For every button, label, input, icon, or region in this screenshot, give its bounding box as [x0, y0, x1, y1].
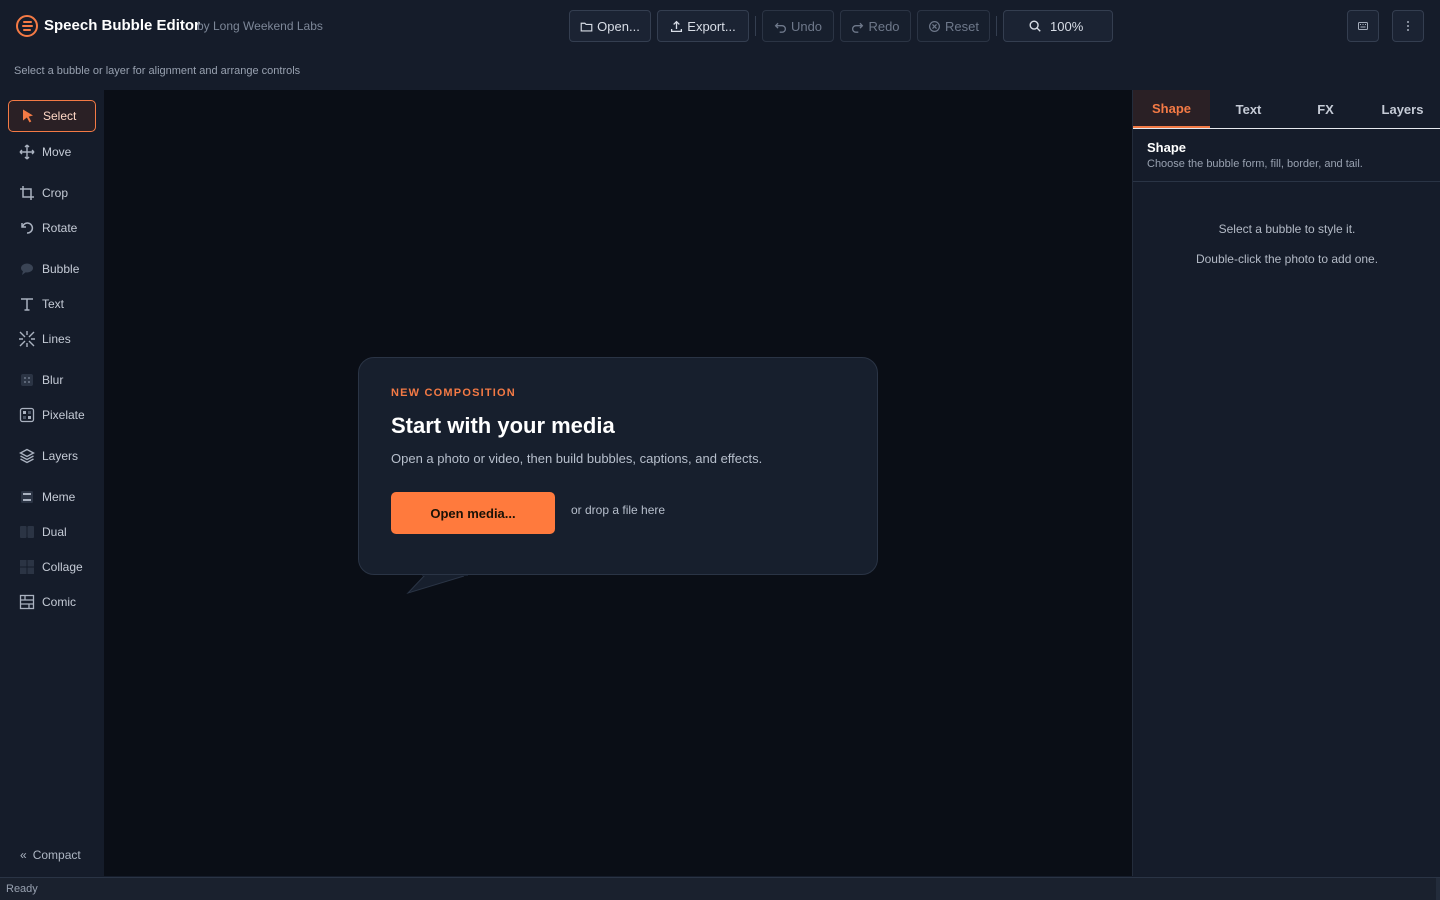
- tool-layers[interactable]: Layers: [8, 440, 96, 472]
- empty-state-line-1: Select a bubble to style it.: [1218, 222, 1356, 236]
- tool-label: Meme: [42, 490, 76, 504]
- comic-grid-icon: [18, 593, 36, 611]
- reset-circle-x-icon: [929, 20, 940, 32]
- open-button[interactable]: Open...: [569, 10, 651, 42]
- tool-label: Blur: [42, 373, 64, 387]
- tool-label: Rotate: [42, 221, 78, 235]
- toolbar-divider: [755, 16, 756, 36]
- tool-label: Pixelate: [42, 408, 85, 422]
- status-text: Ready: [6, 883, 38, 895]
- section-title: Shape: [1147, 140, 1187, 155]
- app-title: Speech Bubble Editor: [44, 17, 200, 34]
- tab-text[interactable]: Text: [1210, 90, 1287, 128]
- tool-sidebar: Select Move Crop Rotate Bubble Text Line…: [0, 90, 104, 876]
- welcome-title: Start with your media: [391, 413, 615, 438]
- tool-label: Collage: [42, 560, 83, 574]
- status-bar: Ready: [0, 877, 1440, 900]
- tool-label: Comic: [42, 595, 77, 609]
- bubble-tail: [406, 572, 468, 595]
- pixelate-icon: [18, 406, 36, 424]
- properties-panel: Shape Text FX Layers Shape Choose the bu…: [1132, 90, 1440, 876]
- redo-button-label: Redo: [868, 18, 900, 34]
- tool-crop[interactable]: Crop: [8, 177, 96, 209]
- section-divider: [1133, 181, 1440, 182]
- tool-blur[interactable]: Blur: [8, 364, 96, 396]
- canvas-area[interactable]: NEW COMPOSITION Start with your media Op…: [104, 90, 1132, 876]
- cursor-icon: [19, 107, 37, 125]
- rotate-icon: [18, 219, 36, 237]
- compact-toggle[interactable]: « Compact: [20, 848, 81, 862]
- upload-icon: [671, 20, 683, 32]
- welcome-card: NEW COMPOSITION Start with your media Op…: [358, 357, 878, 575]
- search-icon: [1029, 20, 1041, 32]
- tool-meme[interactable]: Meme: [8, 481, 96, 513]
- tool-text[interactable]: Text: [8, 288, 96, 320]
- drop-hint: or drop a file here: [571, 503, 666, 517]
- tool-comic[interactable]: Comic: [8, 586, 96, 618]
- tool-label: Select: [43, 109, 77, 123]
- tool-label: Text: [42, 297, 65, 311]
- layers-icon: [18, 447, 36, 465]
- keyboard-button[interactable]: [1347, 10, 1379, 42]
- tool-label: Lines: [42, 332, 71, 346]
- tool-pixelate[interactable]: Pixelate: [8, 399, 96, 431]
- app-byline: by Long Weekend Labs: [197, 19, 323, 33]
- speed-lines-icon: [18, 330, 36, 348]
- tool-collage[interactable]: Collage: [8, 551, 96, 583]
- meme-icon: [18, 488, 36, 506]
- text-icon: [18, 295, 36, 313]
- redo-icon: [852, 22, 864, 33]
- folder-icon: [580, 22, 593, 32]
- open-button-label: Open...: [597, 18, 640, 34]
- export-button-label: Export...: [687, 18, 736, 34]
- app-header: Speech Bubble Editor by Long Weekend Lab…: [0, 0, 1440, 52]
- zoom-control[interactable]: 100%: [1003, 10, 1113, 42]
- reset-button[interactable]: Reset: [917, 10, 990, 42]
- tool-rotate[interactable]: Rotate: [8, 212, 96, 244]
- speech-bubble-icon: [18, 260, 36, 278]
- toolbar-divider: [996, 16, 997, 36]
- more-menu-button[interactable]: [1392, 10, 1424, 42]
- panel-tabs: Shape Text FX Layers: [1133, 90, 1440, 129]
- tool-bubble[interactable]: Bubble: [8, 253, 96, 285]
- keyboard-icon: [1358, 22, 1368, 30]
- dual-panel-icon: [18, 523, 36, 541]
- tool-label: Crop: [42, 186, 69, 200]
- blur-icon: [18, 371, 36, 389]
- move-icon: [18, 143, 36, 161]
- empty-state-line-2: Double-click the photo to add one.: [1195, 252, 1379, 266]
- tab-fx[interactable]: FX: [1287, 90, 1364, 128]
- collage-icon: [18, 558, 36, 576]
- more-vertical-icon: [1407, 21, 1409, 31]
- tool-lines[interactable]: Lines: [8, 323, 96, 355]
- export-button[interactable]: Export...: [657, 10, 749, 42]
- tool-label: Move: [42, 145, 72, 159]
- app-logo-icon: [16, 15, 38, 37]
- crop-icon: [18, 184, 36, 202]
- undo-icon: [774, 22, 786, 33]
- tab-layers[interactable]: Layers: [1364, 90, 1440, 128]
- tab-shape[interactable]: Shape: [1133, 90, 1210, 128]
- tool-label: Layers: [42, 449, 79, 463]
- reset-button-label: Reset: [945, 18, 979, 34]
- tool-dual[interactable]: Dual: [8, 516, 96, 548]
- compact-label: Compact: [32, 848, 81, 862]
- selection-hint: Select a bubble or layer for alignment a…: [14, 65, 301, 77]
- zoom-level: 100%: [1050, 18, 1084, 34]
- undo-button-label: Undo: [790, 18, 823, 34]
- resize-grip: [1436, 878, 1440, 900]
- open-media-button[interactable]: Open media...: [391, 492, 555, 534]
- tool-label: Bubble: [42, 262, 80, 276]
- tool-move[interactable]: Move: [8, 136, 96, 168]
- undo-button[interactable]: Undo: [762, 10, 834, 42]
- tool-select[interactable]: Select: [8, 100, 96, 132]
- double-chevron-left-icon: «: [20, 848, 27, 862]
- welcome-subtitle: Open a photo or video, then build bubble…: [391, 451, 763, 466]
- section-description: Choose the bubble form, fill, border, an…: [1147, 158, 1363, 170]
- redo-button[interactable]: Redo: [840, 10, 911, 42]
- welcome-eyebrow: NEW COMPOSITION: [391, 387, 516, 399]
- tool-label: Dual: [42, 525, 67, 539]
